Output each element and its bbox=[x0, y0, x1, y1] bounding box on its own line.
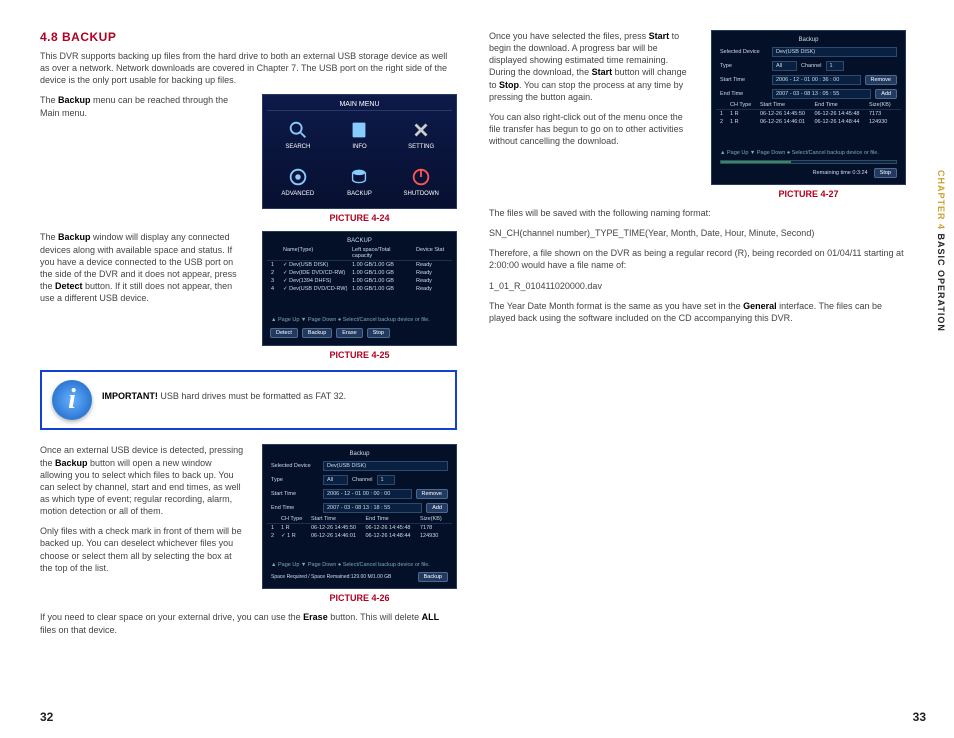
backup-table-screenshot: BACKUP Name(Type)Left space/Total capaci… bbox=[262, 231, 457, 346]
menu-setting: SETTING bbox=[390, 111, 452, 158]
menu-backup: BACKUP bbox=[329, 158, 391, 205]
add-button-2[interactable]: Add bbox=[875, 89, 897, 99]
menu-shutdown: SHUTDOWN bbox=[390, 158, 452, 205]
caption-4-24: PICTURE 4-24 bbox=[262, 213, 457, 223]
chapter-tab: CHAPTER 4 BASIC OPERATION bbox=[936, 170, 946, 332]
naming-format-intro: The files will be saved with the followi… bbox=[489, 207, 906, 219]
backup-progress-screenshot: Backup Selected DeviceDev(USB DISK) Type… bbox=[711, 30, 906, 185]
backup-device-screenshot: Backup Selected DeviceDev(USB DISK) Type… bbox=[262, 444, 457, 589]
naming-example-intro: Therefore, a file shown on the DVR as be… bbox=[489, 247, 906, 271]
erase-button[interactable]: Erase bbox=[336, 328, 362, 338]
naming-example: 1_01_R_010411020000.dav bbox=[489, 280, 906, 292]
backup-button[interactable]: Backup bbox=[302, 328, 332, 338]
info-icon: i bbox=[52, 380, 92, 420]
menu-info: INFO bbox=[329, 111, 391, 158]
caption-4-26: PICTURE 4-26 bbox=[262, 593, 457, 603]
remove-button-2[interactable]: Remove bbox=[865, 75, 897, 85]
general-interface-text: The Year Date Month format is the same a… bbox=[489, 300, 906, 324]
stop-button-2[interactable]: Stop bbox=[874, 168, 897, 178]
menu-title: MAIN MENU bbox=[267, 99, 452, 111]
page-left: 32 bbox=[40, 710, 53, 724]
section-heading: 4.8 BACKUP bbox=[40, 30, 457, 44]
detect-button[interactable]: Detect bbox=[270, 328, 298, 338]
important-callout: i IMPORTANT! USB hard drives must be for… bbox=[40, 370, 457, 430]
page-right: 33 bbox=[913, 710, 926, 724]
caption-4-27: PICTURE 4-27 bbox=[711, 189, 906, 199]
caption-4-25: PICTURE 4-25 bbox=[262, 350, 457, 360]
menu-search: SEARCH bbox=[267, 111, 329, 158]
remove-button[interactable]: Remove bbox=[416, 489, 448, 499]
start-download-text: Once you have selected the files, press … bbox=[489, 30, 693, 103]
backup-button-2[interactable]: Backup bbox=[418, 572, 448, 582]
naming-format: SN_CH(channel number)_TYPE_TIME(Year, Mo… bbox=[489, 227, 906, 239]
add-button[interactable]: Add bbox=[426, 503, 448, 513]
stop-button[interactable]: Stop bbox=[367, 328, 390, 338]
menu-advanced: ADVANCED bbox=[267, 158, 329, 205]
backup-window-text: The Backup window will display any conne… bbox=[40, 231, 244, 304]
intro-text: This DVR supports backing up files from … bbox=[40, 50, 457, 86]
external-usb-text: Once an external USB device is detected,… bbox=[40, 444, 244, 517]
backup-menu-text: The Backup menu can be reached through t… bbox=[40, 94, 244, 118]
rightclick-text: You can also right-click out of the menu… bbox=[489, 111, 693, 147]
erase-text: If you need to clear space on your exter… bbox=[40, 611, 457, 635]
main-menu-screenshot: MAIN MENU SEARCH INFO SETTING ADVANCED B… bbox=[262, 94, 457, 209]
only-files-text: Only files with a check mark in front of… bbox=[40, 525, 244, 574]
